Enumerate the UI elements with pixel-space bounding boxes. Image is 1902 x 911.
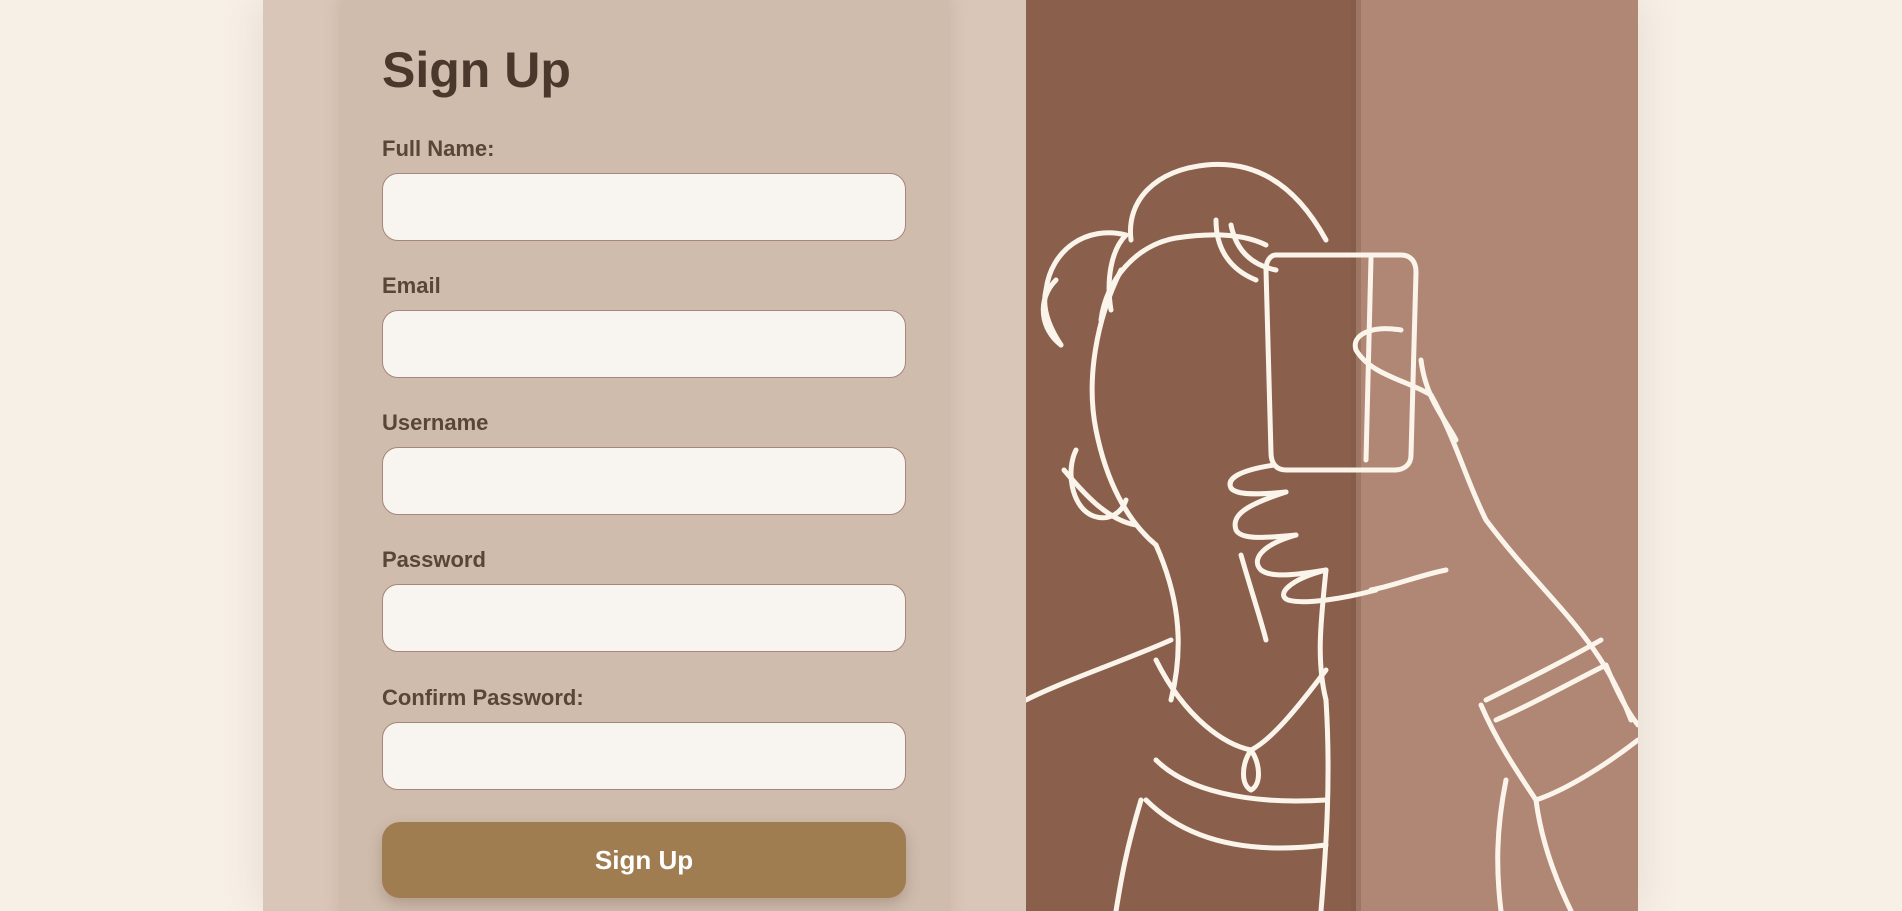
username-input[interactable] xyxy=(382,447,906,515)
email-label: Email xyxy=(382,273,441,298)
confirm-password-label: Confirm Password: xyxy=(382,685,584,710)
email-input[interactable] xyxy=(382,310,906,378)
full-name-label: Full Name: xyxy=(382,136,495,161)
illustration-dark-panel xyxy=(1026,0,1366,911)
selfie-line-drawing-icon xyxy=(1026,0,1638,911)
page: Sign Up Full Name: Email Username Passwo… xyxy=(0,0,1902,911)
full-name-input[interactable] xyxy=(382,173,906,241)
password-input[interactable] xyxy=(382,584,906,652)
sign-up-button[interactable]: Sign Up xyxy=(382,822,906,898)
selfie-illustration xyxy=(1026,0,1638,911)
username-label: Username xyxy=(382,410,489,435)
illustration-light-panel xyxy=(1356,0,1638,911)
confirm-password-input[interactable] xyxy=(382,722,906,790)
password-label: Password xyxy=(382,547,486,572)
form-title: Sign Up xyxy=(382,42,571,98)
signup-container: Sign Up Full Name: Email Username Passwo… xyxy=(263,0,1638,911)
